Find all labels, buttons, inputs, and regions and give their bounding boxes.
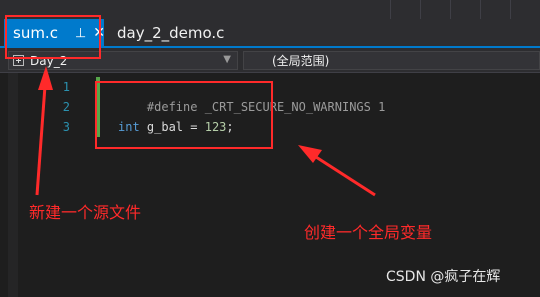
annotation-arrows	[35, 66, 376, 197]
arrow-head	[38, 66, 53, 90]
arrow-to-tab	[35, 85, 47, 196]
annotation-global-var: 创建一个全局变量	[304, 223, 433, 242]
arrow-to-code	[315, 155, 376, 197]
annotation-new-file: 新建一个源文件	[29, 203, 142, 222]
watermark: CSDN @疯子在辉	[386, 269, 501, 285]
